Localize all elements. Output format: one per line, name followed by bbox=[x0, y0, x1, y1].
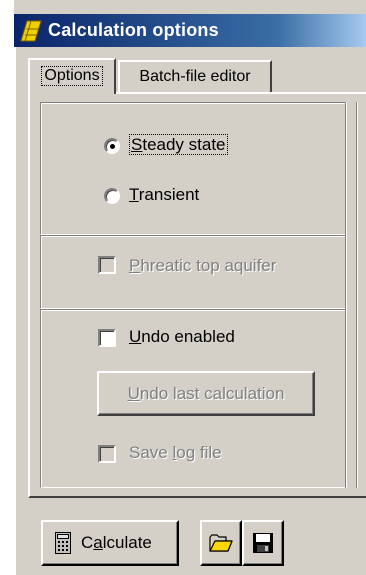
window-title: Calculation options bbox=[48, 20, 219, 40]
tab-options[interactable]: Options bbox=[28, 58, 116, 94]
open-file-button[interactable] bbox=[200, 520, 242, 566]
tab-options-label: Options bbox=[41, 66, 103, 86]
tab-batch-file-editor[interactable]: Batch-file editor bbox=[118, 60, 272, 92]
calculate-button[interactable]: Calculate bbox=[41, 520, 179, 566]
window-left-edge bbox=[0, 0, 14, 575]
calculate-text: lculate bbox=[102, 533, 152, 552]
calculate-accel: a bbox=[93, 533, 103, 552]
tab-batch-file-editor-label: Batch-file editor bbox=[139, 68, 251, 85]
calculator-icon bbox=[55, 532, 71, 554]
calculation-options-window: Calculation options Options Batch-file e… bbox=[0, 0, 366, 575]
calculate-label: Calculate bbox=[81, 533, 152, 553]
floppy-disk-icon bbox=[252, 532, 274, 554]
save-file-button[interactable] bbox=[242, 520, 284, 566]
title-bar[interactable]: Calculation options bbox=[14, 14, 366, 47]
window-left-bevel bbox=[14, 47, 16, 575]
tab-page-options bbox=[28, 92, 366, 498]
calculate-pre: C bbox=[81, 533, 94, 552]
open-folder-icon bbox=[209, 533, 233, 553]
app-icon bbox=[14, 14, 48, 47]
